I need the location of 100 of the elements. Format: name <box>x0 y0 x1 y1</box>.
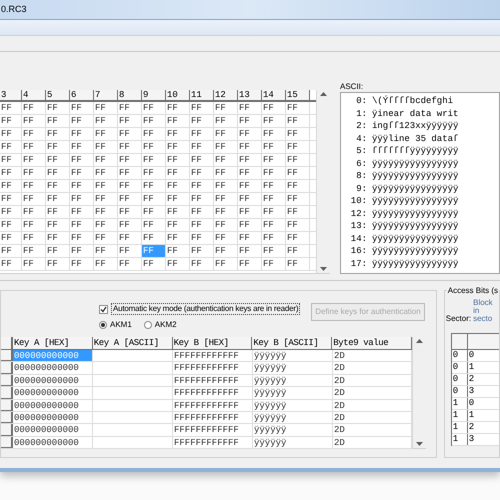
hex-cell[interactable]: FF <box>46 232 70 244</box>
hex-cell[interactable]: FF <box>214 219 238 231</box>
hex-cell[interactable]: FF <box>238 115 262 127</box>
hex-cell[interactable]: FF <box>190 245 214 257</box>
hex-cell[interactable]: FF <box>142 219 166 231</box>
hex-cell[interactable]: FF <box>142 128 166 140</box>
hex-cell[interactable]: FF <box>190 102 214 114</box>
hex-cell[interactable]: FF <box>118 154 142 166</box>
hex-cell[interactable]: FF <box>118 128 142 140</box>
hex-cell[interactable]: FF <box>190 206 214 218</box>
hex-cell[interactable]: FF <box>238 206 262 218</box>
scroll-down-icon[interactable] <box>416 442 423 446</box>
hex-cell[interactable]: FF <box>94 245 118 257</box>
hex-cell[interactable]: FF <box>0 154 22 166</box>
hex-cell[interactable]: FF <box>142 258 166 270</box>
hex-cell[interactable]: FF <box>214 232 238 244</box>
hex-cell[interactable]: FF <box>70 154 94 166</box>
hex-cell[interactable]: FF <box>94 102 118 114</box>
hex-cell[interactable]: FF <box>262 102 286 114</box>
hex-cell[interactable]: FF <box>286 219 310 231</box>
hex-cell[interactable]: FF <box>22 167 46 179</box>
hex-cell[interactable]: FF <box>262 167 286 179</box>
hex-cell[interactable]: FF <box>142 232 166 244</box>
hex-cell[interactable]: FF <box>70 180 94 192</box>
hex-cell[interactable]: FF <box>70 232 94 244</box>
checkbox[interactable] <box>99 304 108 314</box>
hex-cell[interactable]: FF <box>70 258 94 270</box>
hex-cell[interactable]: FF <box>0 141 22 153</box>
hex-cell[interactable]: FF <box>262 206 286 218</box>
hex-cell[interactable]: FF <box>190 167 214 179</box>
hex-cell[interactable]: FF <box>0 258 22 270</box>
scroll-up-icon[interactable] <box>416 339 423 343</box>
hex-cell[interactable]: FF <box>0 219 22 231</box>
hex-cell[interactable]: FF <box>190 115 214 127</box>
hex-cell[interactable]: FF <box>94 167 118 179</box>
table-cell[interactable]: 000000000000 <box>13 400 93 411</box>
hex-cell[interactable]: FF <box>118 141 142 153</box>
hex-cell[interactable]: FF <box>94 141 118 153</box>
hex-cell[interactable]: FF <box>46 180 70 192</box>
hex-cell[interactable]: FF <box>142 154 166 166</box>
hex-cell[interactable]: FF <box>190 180 214 192</box>
hex-cell[interactable]: FF <box>286 154 310 166</box>
hex-cell[interactable]: FF <box>22 206 46 218</box>
hex-cell[interactable]: FF <box>94 193 118 205</box>
hex-cell[interactable]: FF <box>0 128 22 140</box>
hex-cell[interactable]: FF <box>22 141 46 153</box>
hex-cell[interactable]: FF <box>238 141 262 153</box>
hex-cell[interactable]: FF <box>286 115 310 127</box>
hex-cell[interactable]: FF <box>142 115 166 127</box>
hex-cell[interactable]: FF <box>22 245 46 257</box>
hex-cell[interactable]: FF <box>118 219 142 231</box>
hex-cell[interactable]: FF <box>166 180 190 192</box>
hex-cell[interactable]: FF <box>94 206 118 218</box>
hex-cell[interactable]: FF <box>166 102 190 114</box>
hex-cell[interactable]: FF <box>166 115 190 127</box>
hex-cell[interactable]: FF <box>142 193 166 205</box>
table-cell[interactable]: 000000000000 <box>13 362 93 374</box>
hex-cell[interactable]: FF <box>166 206 190 218</box>
hex-cell[interactable]: FF <box>0 193 22 205</box>
hex-cell[interactable]: FF <box>22 115 46 127</box>
hex-cell[interactable]: FF <box>0 232 22 244</box>
hex-cell[interactable]: FF <box>22 128 46 140</box>
hex-cell[interactable]: FF <box>70 245 94 257</box>
hex-cell[interactable]: FF <box>190 141 214 153</box>
hex-cell[interactable]: FF <box>142 180 166 192</box>
hex-cell[interactable]: FF <box>286 180 310 192</box>
table-cell[interactable]: 000000000000 <box>13 374 93 386</box>
hex-cell[interactable]: FF <box>286 245 310 257</box>
hex-cell[interactable]: FF <box>190 258 214 270</box>
hex-cell[interactable]: FF <box>70 141 94 153</box>
hex-cell[interactable]: FF <box>118 167 142 179</box>
hex-cell[interactable]: FF <box>286 102 310 114</box>
hex-cell[interactable]: FF <box>238 180 262 192</box>
hex-cell[interactable]: FF <box>262 193 286 205</box>
hex-cell[interactable]: FF <box>166 258 190 270</box>
hex-cell[interactable]: FF <box>22 102 46 114</box>
hex-cell[interactable]: FF <box>238 102 262 114</box>
hex-cell[interactable]: FF <box>0 167 22 179</box>
hex-cell[interactable]: FF <box>94 219 118 231</box>
hex-cell[interactable]: FF <box>46 219 70 231</box>
hex-cell[interactable]: FF <box>286 206 310 218</box>
hex-cell[interactable]: FF <box>46 141 70 153</box>
hex-cell[interactable]: FF <box>70 102 94 114</box>
hex-cell[interactable]: FF <box>166 167 190 179</box>
hex-cell[interactable]: FF <box>46 154 70 166</box>
hex-cell[interactable]: FF <box>262 258 286 270</box>
hex-cell[interactable]: FF <box>238 258 262 270</box>
hex-cell[interactable]: FF <box>190 232 214 244</box>
hex-cell[interactable]: FF <box>94 180 118 192</box>
hex-cell[interactable]: FF <box>286 141 310 153</box>
hex-cell[interactable]: FF <box>118 258 142 270</box>
hex-cell[interactable]: FF <box>286 258 310 270</box>
hex-cell[interactable]: FF <box>262 154 286 166</box>
hex-cell[interactable]: FF <box>46 128 70 140</box>
hex-cell[interactable]: FF <box>46 115 70 127</box>
hex-cell[interactable]: FF <box>214 193 238 205</box>
hex-cell[interactable]: FF <box>70 219 94 231</box>
hex-cell[interactable]: FF <box>238 232 262 244</box>
hex-cell[interactable]: FF <box>262 219 286 231</box>
hex-cell[interactable]: FF <box>142 206 166 218</box>
